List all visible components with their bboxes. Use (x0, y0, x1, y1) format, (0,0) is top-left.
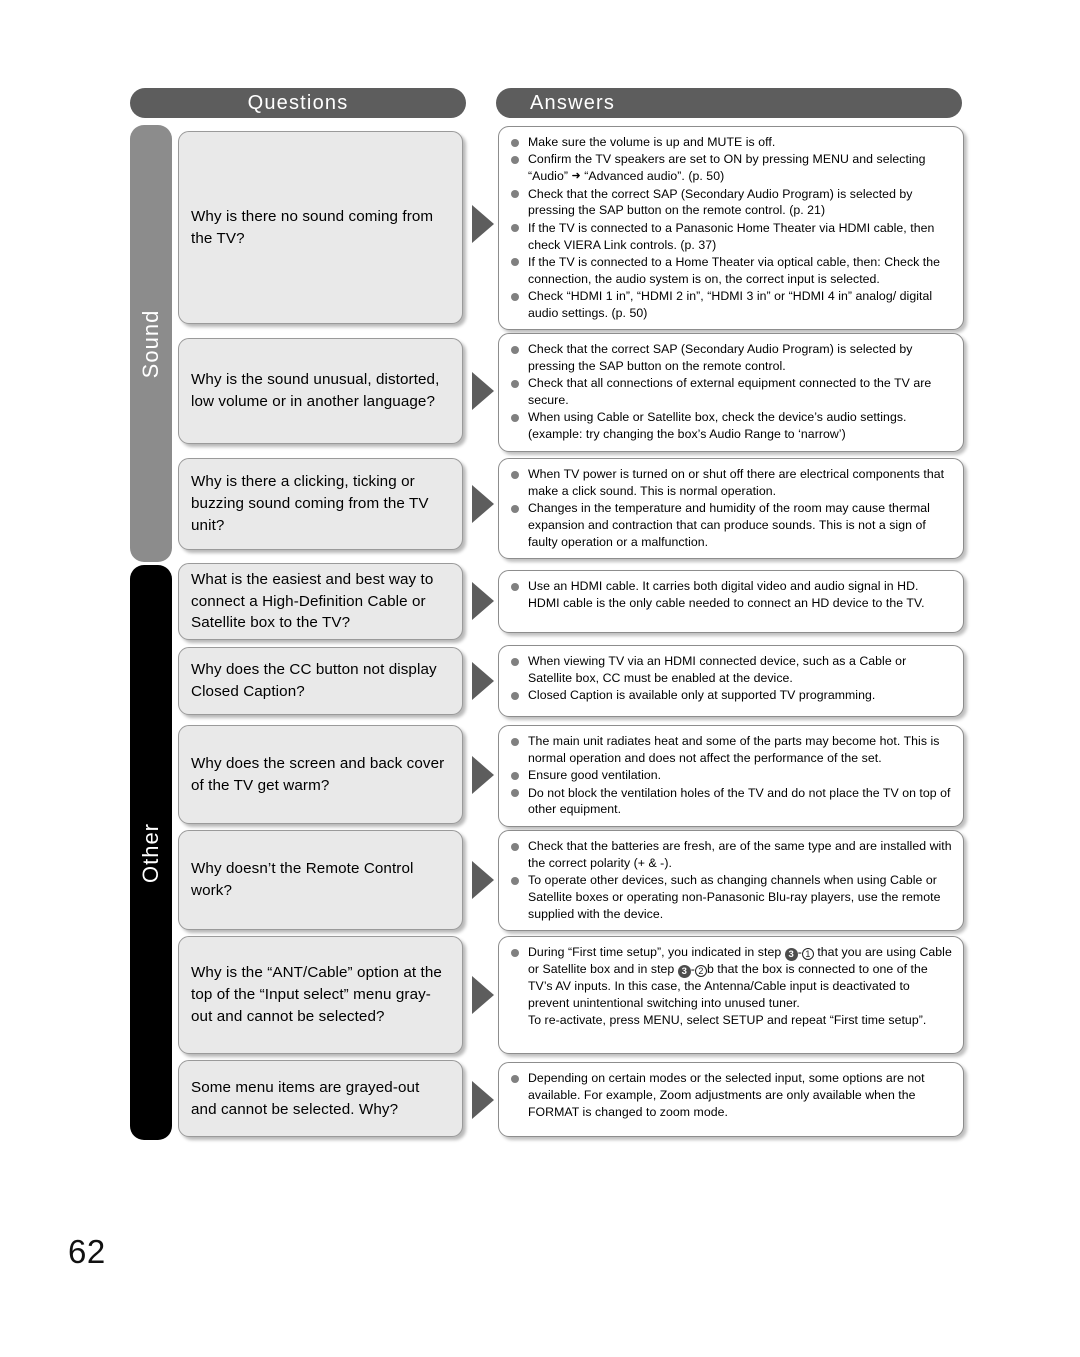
answer-bullet: Ensure good ventilation. (508, 767, 953, 784)
question-text: Some menu items are grayed-out and canno… (191, 1078, 420, 1118)
circled-3-icon: 3 (677, 965, 691, 978)
answer-bullet: Depending on certain modes or the select… (508, 1070, 953, 1121)
answer-bullet-list: Check that the batteries are fresh, are … (508, 838, 953, 923)
question-box: Some menu items are grayed-out and canno… (178, 1060, 463, 1137)
answer-bullet: The main unit radiates heat and some of … (508, 733, 953, 767)
answer-bullet: Check “HDMI 1 in”, “HDMI 2 in”, “HDMI 3 … (508, 288, 953, 322)
answer-bullet: Check that all connections of external e… (508, 375, 953, 409)
answer-bullet-list: Check that the correct SAP (Secondary Au… (508, 341, 953, 443)
answer-bullet-list: Make sure the volume is up and MUTE is o… (508, 134, 953, 322)
question-text: Why does the screen and back cover of th… (191, 754, 445, 794)
question-text: Why is the sound unusual, distorted, low… (191, 371, 440, 410)
answer-bullet-list: During “First time setup”, you indicated… (508, 944, 953, 1029)
answer-bullet-list: When viewing TV via an HDMI connected de… (508, 653, 953, 704)
flow-arrow-icon (472, 662, 494, 700)
answer-bullet: Make sure the volume is up and MUTE is o… (508, 134, 953, 151)
manual-page: Questions Answers Sound Other Why is the… (0, 0, 1080, 1357)
flow-arrow-icon (472, 861, 494, 899)
question-box: What is the easiest and best way to conn… (178, 563, 463, 640)
answer-box: When viewing TV via an HDMI connected de… (498, 645, 964, 717)
right-arrow-icon: ➜ (571, 170, 581, 183)
answer-bullet-list: When TV power is turned on or shut off t… (508, 466, 953, 551)
answer-bullet: Use an HDMI cable. It carries both digit… (508, 578, 953, 612)
page-number: 62 (68, 1233, 106, 1270)
question-text: Why is there no sound coming from the TV… (191, 207, 434, 247)
answer-bullet: Confirm the TV speakers are set to ON by… (508, 151, 953, 185)
question-box: Why is the “ANT/Cable” option at the top… (178, 936, 463, 1054)
answer-bullet: Do not block the ventilation holes of th… (508, 785, 953, 819)
answer-box: Depending on certain modes or the select… (498, 1062, 964, 1137)
answer-bullet: Closed Caption is available only at supp… (508, 687, 953, 704)
flow-arrow-icon (472, 205, 494, 243)
answer-box: The main unit radiates heat and some of … (498, 725, 964, 827)
answer-bullet: If the TV is connected to a Home Theater… (508, 254, 953, 288)
question-text: Why doesn’t the Remote Control work? (191, 860, 414, 899)
question-box: Why does the screen and back cover of th… (178, 725, 463, 824)
answer-bullet: Check that the correct SAP (Secondary Au… (508, 341, 953, 375)
flow-arrow-icon (472, 372, 494, 410)
answer-bullet: Check that the correct SAP (Secondary Au… (508, 186, 953, 220)
question-text: Why does the CC button not display Close… (191, 661, 437, 700)
flow-arrow-icon (472, 1081, 494, 1119)
answer-bullet: If the TV is connected to a Panasonic Ho… (508, 220, 953, 254)
answer-box: Make sure the volume is up and MUTE is o… (498, 126, 964, 331)
question-box: Why is there a clicking, ticking or buzz… (178, 458, 463, 550)
circled-3-icon: 3 (784, 948, 798, 961)
answer-box: During “First time setup”, you indicated… (498, 936, 964, 1054)
answer-bullet: Changes in the temperature and humidity … (508, 500, 953, 551)
answer-bullet: During “First time setup”, you indicated… (508, 944, 953, 1012)
question-box: Why does the CC button not display Close… (178, 647, 463, 715)
question-text: Why is the “ANT/Cable” option at the top… (191, 964, 442, 1025)
answer-box: When TV power is turned on or shut off t… (498, 458, 964, 560)
question-text: Why is there a clicking, ticking or buzz… (191, 473, 429, 534)
answer-bullet-list: Depending on certain modes or the select… (508, 1070, 953, 1121)
question-text: What is the easiest and best way to conn… (191, 570, 434, 632)
question-box: Why is the sound unusual, distorted, low… (178, 338, 463, 444)
answer-bullet-list: Use an HDMI cable. It carries both digit… (508, 578, 953, 612)
flow-arrow-icon (472, 582, 494, 620)
question-box: Why doesn’t the Remote Control work? (178, 830, 463, 930)
flow-arrow-icon (472, 976, 494, 1014)
answer-box: Check that the correct SAP (Secondary Au… (498, 333, 964, 452)
answer-bullet: To re-activate, press MENU, select SETUP… (528, 1013, 927, 1028)
answer-bullet-list: The main unit radiates heat and some of … (508, 733, 953, 818)
answer-bullet: When viewing TV via an HDMI connected de… (508, 653, 953, 687)
flow-arrow-icon (472, 485, 494, 523)
answer-bullet: To operate other devices, such as changi… (508, 872, 953, 923)
circled-2-icon: 2 (694, 965, 707, 977)
answer-bullet: When TV power is turned on or shut off t… (508, 466, 953, 500)
question-box: Why is there no sound coming from the TV… (178, 131, 463, 324)
qa-table: Why is there no sound coming from the TV… (0, 0, 1080, 1357)
answer-bullet: When using Cable or Satellite box, check… (508, 409, 953, 443)
answer-bullet: Check that the batteries are fresh, are … (508, 838, 953, 872)
circled-1-icon: 1 (801, 948, 814, 960)
answer-box: Use an HDMI cable. It carries both digit… (498, 570, 964, 633)
flow-arrow-icon (472, 756, 494, 794)
answer-box: Check that the batteries are fresh, are … (498, 830, 964, 932)
